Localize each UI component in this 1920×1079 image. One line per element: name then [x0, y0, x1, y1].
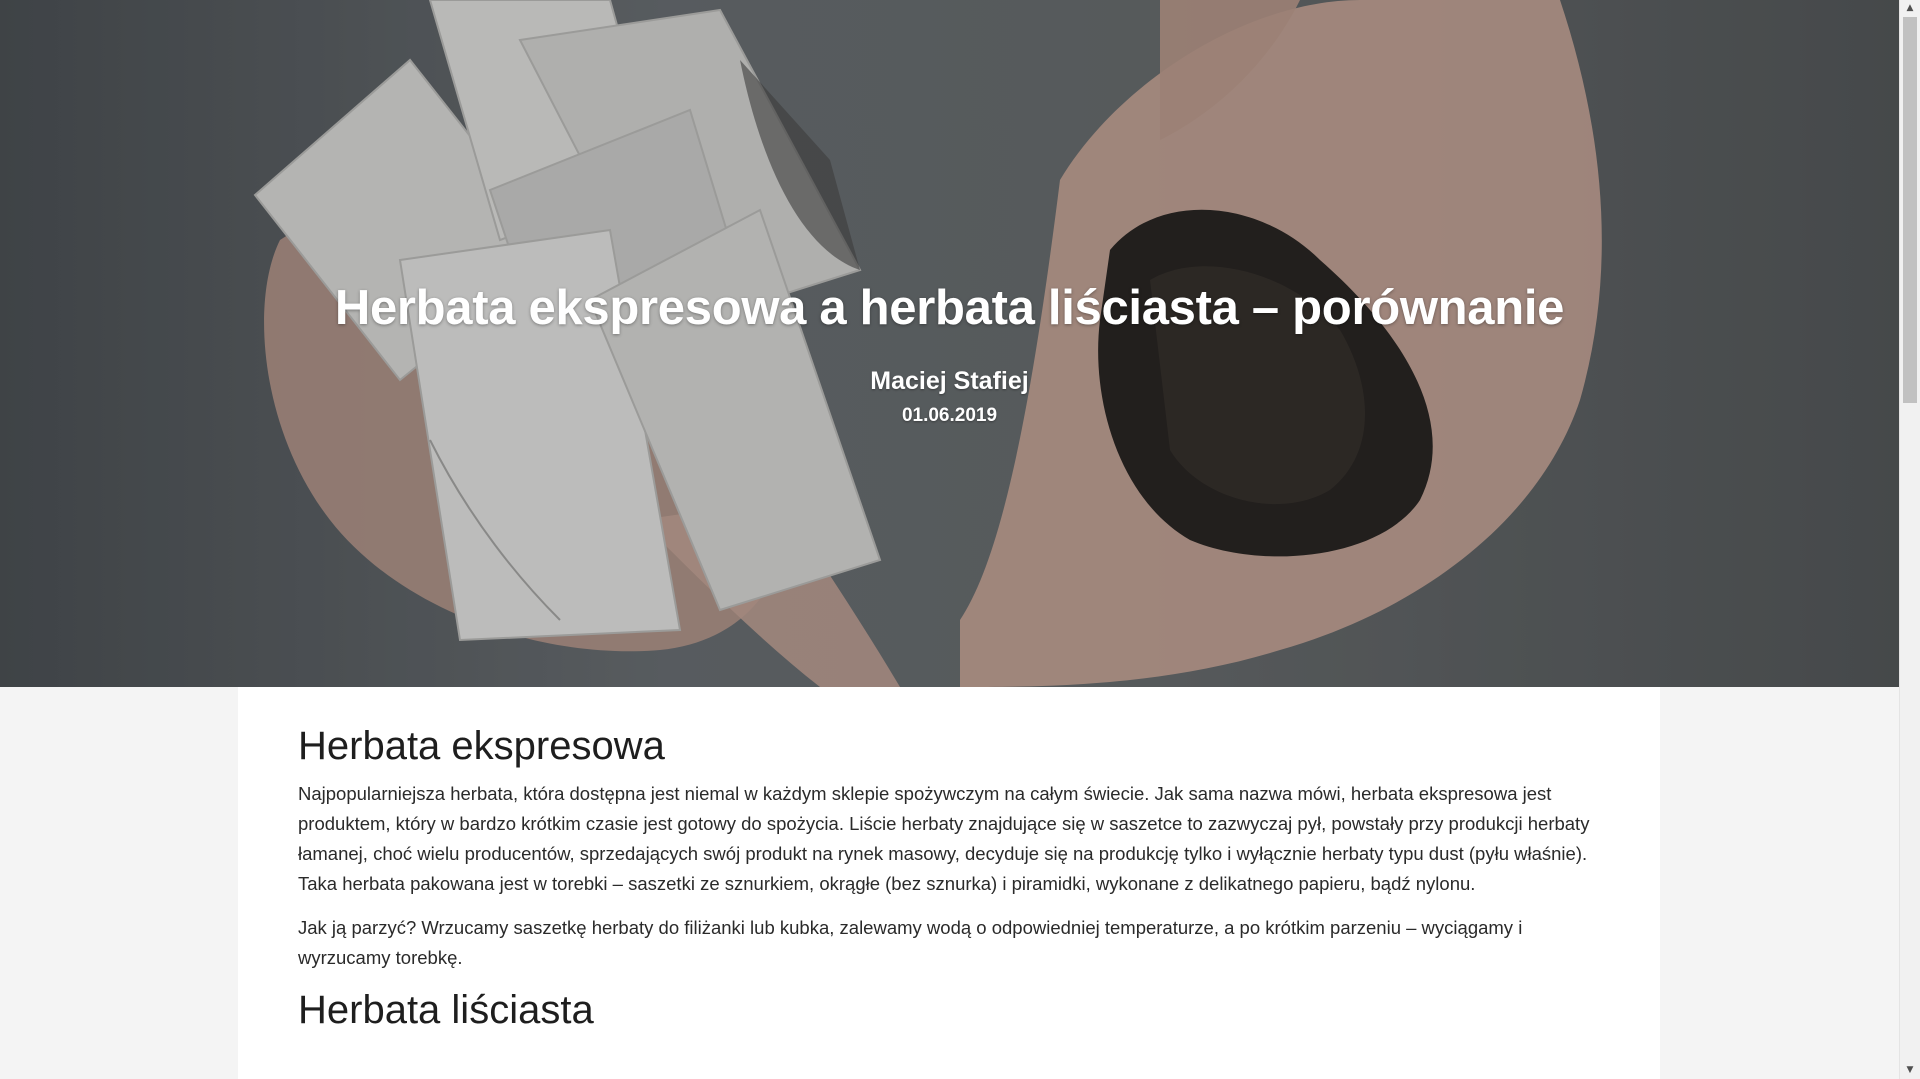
article-card: Herbata ekspresowa Najpopularniejsza her… [238, 687, 1660, 1079]
vertical-scrollbar[interactable]: ▲ ▼ [1899, 0, 1920, 1079]
page-title: Herbata ekspresowa a herbata liściasta –… [334, 281, 1565, 335]
hero-text: Herbata ekspresowa a herbata liściasta –… [0, 276, 1899, 428]
section-heading: Herbata liściasta [298, 988, 594, 1032]
article-content: Herbata ekspresowa Najpopularniejsza her… [298, 723, 1598, 1043]
publish-date: 01.06.2019 [901, 405, 998, 426]
hero-banner: Herbata ekspresowa a herbata liściasta –… [0, 0, 1899, 687]
scroll-down-arrow-icon[interactable]: ▼ [1900, 1062, 1920, 1079]
scroll-up-arrow-icon[interactable]: ▲ [1900, 0, 1920, 17]
section-paragraph: Najpopularniejsza herbata, która dostępn… [298, 783, 1590, 894]
section-heading: Herbata ekspresowa [298, 724, 665, 768]
section-paragraph: Jak ją parzyć? Wrzucamy saszetkę herbaty… [298, 917, 1523, 968]
author-name[interactable]: Maciej Stafiej [0, 366, 1899, 396]
scrollbar-thumb[interactable] [1903, 17, 1917, 403]
page: Herbata ekspresowa a herbata liściasta –… [0, 0, 1899, 1079]
